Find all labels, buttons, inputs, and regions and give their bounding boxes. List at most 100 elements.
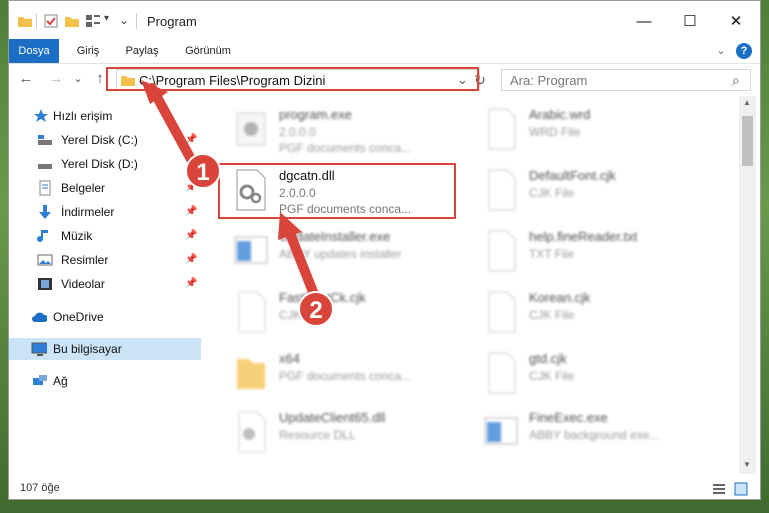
pictures-icon	[37, 254, 53, 266]
title-bar: ▾ ⌄ Program — ☐ ✕	[9, 1, 760, 39]
sidebar-item-local-disk-c[interactable]: Yerel Disk (C:) 📌	[9, 129, 201, 151]
file-name: UpdateClient65.dll	[279, 410, 386, 425]
search-icon: ⌕	[732, 72, 740, 88]
music-note-icon	[37, 230, 48, 243]
network-icon	[33, 375, 47, 385]
tab-paylas[interactable]: Paylaş	[117, 39, 167, 63]
sidebar-item-downloads[interactable]: İndirmeler 📌	[9, 201, 201, 223]
scroll-down-icon[interactable]: ▼	[743, 460, 751, 469]
text-file-icon	[488, 230, 516, 272]
sidebar-item-quick-access[interactable]: Hızlı erişim	[9, 105, 201, 127]
ribbon-tabs: Dosya Giriş Paylaş Görünüm ⌄ ?	[9, 39, 760, 64]
customize-toolbar-icon[interactable]: ⌄	[119, 13, 129, 29]
file-type: TXT File	[529, 247, 575, 261]
cloud-icon	[32, 312, 47, 322]
new-folder-icon[interactable]	[64, 13, 80, 29]
file-description: PGF documents conca...	[279, 369, 412, 383]
file-list: program.exe 2.0.0.0 PGF documents conca.…	[214, 101, 739, 471]
pin-icon: 📌	[185, 278, 198, 289]
sidebar-item-label: Ağ	[53, 374, 68, 388]
sidebar-item-network[interactable]: Ağ	[9, 370, 201, 392]
file-name: DefaultFont.cjk	[529, 168, 616, 183]
file-item[interactable]: gtd.cjk CJK File	[479, 347, 719, 403]
step-2-badge: 2	[298, 291, 334, 327]
generic-file-icon	[488, 352, 516, 394]
file-item[interactable]: Korean.cjk CJK File	[479, 286, 719, 342]
sidebar-item-label: Videolar	[61, 277, 105, 291]
sidebar-item-this-pc[interactable]: Bu bilgisayar	[9, 338, 201, 360]
film-icon	[38, 278, 52, 290]
forward-button[interactable]: →	[47, 70, 65, 88]
generic-file-icon	[488, 291, 516, 333]
file-item[interactable]: x64 PGF documents conca...	[229, 347, 469, 403]
pin-icon: 📌	[185, 206, 198, 217]
file-name: Korean.cjk	[529, 290, 591, 305]
expand-ribbon-icon[interactable]: ⌄	[713, 39, 729, 63]
file-item[interactable]: FastFontCk.cjk CJK File	[229, 286, 469, 342]
sidebar-item-label: İndirmeler	[61, 205, 115, 219]
file-name: program.exe	[279, 107, 352, 122]
file-item[interactable]: program.exe 2.0.0.0 PGF documents conca.…	[229, 103, 469, 159]
file-item[interactable]: FineExec.exe ABBY background exe...	[479, 406, 719, 462]
installer-icon	[234, 236, 268, 264]
window-title: Program	[147, 14, 197, 29]
drive-icon	[38, 135, 52, 145]
sidebar-item-documents[interactable]: Belgeler 📌	[9, 177, 201, 199]
back-button[interactable]: ←	[17, 70, 35, 88]
sidebar-item-music[interactable]: Müzik 📌	[9, 225, 201, 247]
large-icons-view-icon[interactable]	[734, 482, 748, 496]
file-item[interactable]: UpdateInstaller.exe ABBY updates install…	[229, 225, 469, 281]
help-icon[interactable]: ?	[736, 43, 752, 59]
address-highlight	[106, 67, 479, 91]
sidebar-item-onedrive[interactable]: OneDrive	[9, 306, 201, 328]
sidebar-item-videos[interactable]: Videolar 📌	[9, 273, 201, 295]
file-item[interactable]: UpdateClient65.dll Resource DLL	[229, 406, 469, 462]
maximize-button[interactable]: ☐	[667, 7, 713, 37]
file-type: CJK File	[529, 186, 575, 200]
file-name: gtd.cjk	[529, 351, 567, 366]
step-1-badge: 1	[185, 153, 221, 189]
file-item[interactable]: help.fineReader.txt TXT File	[479, 225, 719, 281]
quick-access-dropdown-icon[interactable]: ▾	[104, 13, 109, 29]
file-name: FineExec.exe	[529, 410, 608, 425]
close-button[interactable]: ✕	[713, 7, 759, 37]
properties-icon[interactable]	[43, 13, 59, 29]
status-bar: 107 öğe	[9, 477, 760, 499]
file-name: x64	[279, 351, 300, 366]
download-arrow-icon	[39, 205, 51, 219]
search-box[interactable]: Ara: Program ⌕	[501, 69, 751, 91]
star-icon	[34, 109, 48, 122]
file-highlight	[218, 163, 456, 219]
file-item[interactable]: DefaultFont.cjk CJK File	[479, 164, 719, 220]
folder-icon	[237, 359, 265, 389]
generic-file-icon	[238, 291, 266, 333]
divider	[136, 13, 137, 29]
item-count: 107 öğe	[20, 482, 60, 494]
view-icon[interactable]	[85, 13, 101, 29]
pin-icon: 📌	[185, 254, 198, 265]
scroll-thumb[interactable]	[742, 116, 753, 166]
computer-icon	[31, 342, 47, 356]
recent-locations-button[interactable]: ⌄	[69, 70, 87, 88]
generic-file-icon	[488, 169, 516, 211]
vertical-scrollbar[interactable]: ▲ ▼	[739, 96, 756, 474]
scroll-up-icon[interactable]: ▲	[743, 98, 751, 107]
sidebar-item-label: Hızlı erişim	[53, 109, 113, 123]
tab-dosya[interactable]: Dosya	[9, 39, 59, 63]
installer-icon	[484, 417, 518, 445]
file-type: CJK File	[529, 369, 575, 383]
dll-file-gear-icon	[238, 411, 266, 453]
details-view-icon[interactable]	[712, 482, 726, 496]
minimize-button[interactable]: —	[621, 7, 667, 37]
file-description: PGF documents conca...	[279, 141, 412, 155]
search-input[interactable]: Ara: Program	[510, 73, 587, 88]
file-name: Arabic.wrd	[529, 107, 591, 122]
file-item[interactable]: Arabic.wrd WRD File	[479, 103, 719, 159]
tab-giris[interactable]: Giriş	[65, 39, 111, 63]
sidebar-item-label: Yerel Disk (C:)	[61, 133, 138, 147]
tab-gorunum[interactable]: Görünüm	[175, 39, 241, 63]
pin-icon: 📌	[185, 134, 198, 145]
sidebar-item-label: Yerel Disk (D:)	[61, 157, 138, 171]
sidebar-item-local-disk-d[interactable]: Yerel Disk (D:) 📌	[9, 153, 201, 175]
sidebar-item-pictures[interactable]: Resimler 📌	[9, 249, 201, 271]
